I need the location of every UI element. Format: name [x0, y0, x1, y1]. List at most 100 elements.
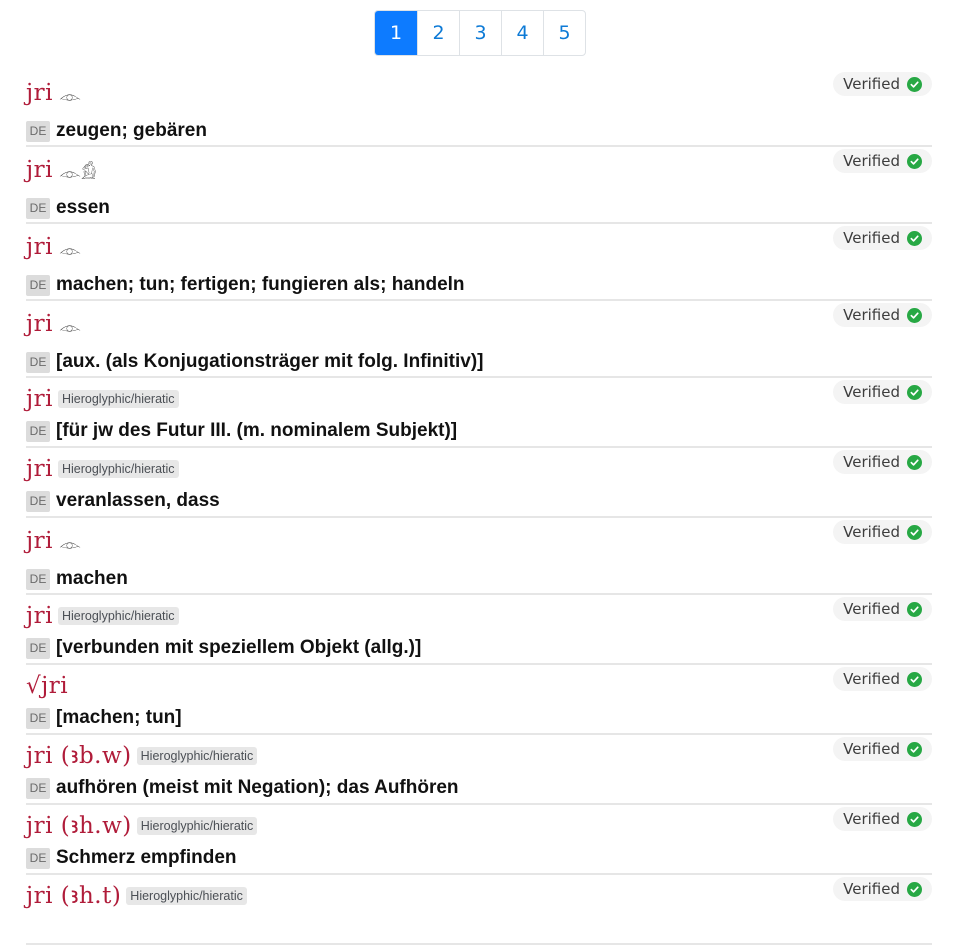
status-label: Verified [843, 670, 900, 688]
status-label: Verified [843, 75, 900, 93]
lemma-entry: jri (ꜣh.t) Hieroglyphic/hieratic Verified [26, 875, 932, 945]
translation-row: DE zeugen; gebären [26, 118, 207, 144]
translation-row: DE [verbunden mit speziellem Objekt (allg… [26, 635, 421, 661]
page-link-4[interactable]: 4 [501, 11, 543, 55]
language-badge: DE [26, 120, 50, 142]
translation-row: DE machen [26, 566, 128, 592]
page-link-2[interactable]: 2 [417, 11, 459, 55]
translation-row: DE [machen; tun] [26, 705, 182, 731]
check-circle-icon [907, 454, 922, 470]
status-badge: Verified [833, 877, 932, 901]
check-circle-icon [907, 601, 922, 617]
lemma-list: jri 𓁹 Verified DE zeugen; gebären jri 𓁹𓀁 Verifi… [26, 70, 932, 945]
lemma-entry: √jri Verified DE [machen; tun] [26, 665, 932, 735]
lemma-entry: jri (ꜣb.w) Hieroglyphic/hieratic Verified D… [26, 735, 932, 805]
status-label: Verified [843, 383, 900, 401]
hieroglyph-spelling: 𓁹𓀁 [58, 163, 97, 184]
translation-text: [machen; tun] [56, 707, 182, 728]
lemma-entry: jri Hieroglyphic/hieratic Verified DE veranl… [26, 448, 932, 518]
lemma-entry: jri 𓁹 Verified DE machen; tun; fertigen; fun… [26, 224, 932, 301]
check-circle-icon [907, 741, 922, 757]
status-label: Verified [843, 453, 900, 471]
lemma-row: jri Hieroglyphic/hieratic [26, 452, 179, 486]
pagination: 12345 [374, 10, 586, 56]
language-badge: DE [26, 274, 50, 296]
translation-text: aufhören (meist mit Negation); das Aufhö… [56, 777, 459, 798]
check-circle-icon [907, 307, 922, 323]
check-circle-icon [907, 76, 922, 92]
translation-row: DE Schmerz empfinden [26, 845, 237, 871]
language-badge: DE [26, 568, 50, 590]
lemma-link[interactable]: jri [26, 456, 53, 482]
lemma-row: jri 𓁹 [26, 76, 81, 110]
translation-text: veranlassen, dass [56, 490, 220, 511]
translation-text: essen [56, 197, 110, 218]
language-badge: DE [26, 847, 50, 869]
language-badge: DE [26, 197, 50, 219]
status-badge: Verified [833, 380, 932, 404]
script-badge: Hieroglyphic/hieratic [126, 887, 247, 905]
status-badge: Verified [833, 597, 932, 621]
lemma-link[interactable]: √jri [26, 673, 68, 699]
lemma-row: jri 𓁹𓀁 [26, 153, 96, 187]
status-badge: Verified [833, 72, 932, 96]
translation-row: DE [aux. (als Konjugationsträger mit folg… [26, 349, 484, 375]
lemma-link[interactable]: jri [26, 603, 53, 629]
lemma-link[interactable]: jri [26, 157, 53, 183]
translation-row: DE aufhören (meist mit Negation); das Auf… [26, 775, 459, 801]
page-link-5[interactable]: 5 [543, 11, 585, 55]
lemma-row: jri (ꜣh.w) Hieroglyphic/hieratic [26, 809, 258, 843]
language-badge: DE [26, 351, 50, 373]
lemma-row: jri 𓁹 [26, 307, 81, 341]
translation-text: [verbunden mit speziellem Objekt (allg.)… [56, 637, 422, 658]
hieroglyph-spelling: 𓁹 [58, 317, 81, 338]
lemma-row: jri (ꜣb.w) Hieroglyphic/hieratic [26, 739, 258, 773]
check-circle-icon [907, 811, 922, 827]
status-badge: Verified [833, 737, 932, 761]
check-circle-icon [907, 671, 922, 687]
language-badge: DE [26, 637, 50, 659]
status-badge: Verified [833, 149, 932, 173]
translation-text: zeugen; gebären [56, 120, 207, 141]
translation-text: [für jw des Futur III. (m. nominalem Sub… [56, 420, 458, 441]
status-badge: Verified [833, 520, 932, 544]
script-badge: Hieroglyphic/hieratic [57, 460, 179, 478]
status-label: Verified [843, 152, 900, 170]
language-badge: DE [26, 420, 50, 442]
status-badge: Verified [833, 226, 932, 250]
lemma-entry: jri (ꜣh.w) Hieroglyphic/hieratic Verified D… [26, 805, 932, 875]
status-label: Verified [843, 229, 900, 247]
lemma-link[interactable]: jri (ꜣh.t) [26, 883, 121, 909]
lemma-row: jri 𓁹 [26, 524, 81, 558]
status-label: Verified [843, 306, 900, 324]
check-circle-icon [907, 524, 922, 540]
page-link-1[interactable]: 1 [375, 11, 417, 55]
status-label: Verified [843, 810, 900, 828]
lemma-link[interactable]: jri [26, 528, 53, 554]
translation-text: Schmerz empfinden [56, 847, 237, 868]
script-badge: Hieroglyphic/hieratic [136, 747, 258, 765]
status-badge: Verified [833, 667, 932, 691]
lemma-link[interactable]: jri [26, 311, 53, 337]
language-badge: DE [26, 777, 50, 799]
script-badge: Hieroglyphic/hieratic [136, 817, 258, 835]
lemma-link[interactable]: jri (ꜣb.w) [26, 743, 132, 769]
script-badge: Hieroglyphic/hieratic [57, 607, 179, 625]
status-label: Verified [843, 600, 900, 618]
translation-text: machen; tun; fertigen; fungieren als; ha… [56, 274, 465, 295]
hieroglyph-spelling: 𓁹 [58, 86, 81, 107]
lemma-row: jri (ꜣh.t) Hieroglyphic/hieratic [26, 879, 247, 913]
check-circle-icon [907, 384, 922, 400]
lemma-link[interactable]: jri [26, 80, 53, 106]
lemma-entry: jri 𓁹𓀁 Verified DE essen [26, 147, 932, 224]
lemma-link[interactable]: jri [26, 386, 53, 412]
translation-row: DE essen [26, 195, 110, 221]
translation-text: [aux. (als Konjugationsträger mit folg. … [56, 351, 484, 372]
lemma-entry: jri Hieroglyphic/hieratic Verified DE [verbu… [26, 595, 932, 665]
lemma-entry: jri 𓁹 Verified DE zeugen; gebären [26, 70, 932, 147]
page-link-3[interactable]: 3 [459, 11, 501, 55]
lemma-row: jri Hieroglyphic/hieratic [26, 599, 179, 633]
lemma-link[interactable]: jri (ꜣh.w) [26, 813, 132, 839]
translation-row: DE [für jw des Futur III. (m. nominalem S… [26, 418, 457, 444]
lemma-link[interactable]: jri [26, 234, 53, 260]
